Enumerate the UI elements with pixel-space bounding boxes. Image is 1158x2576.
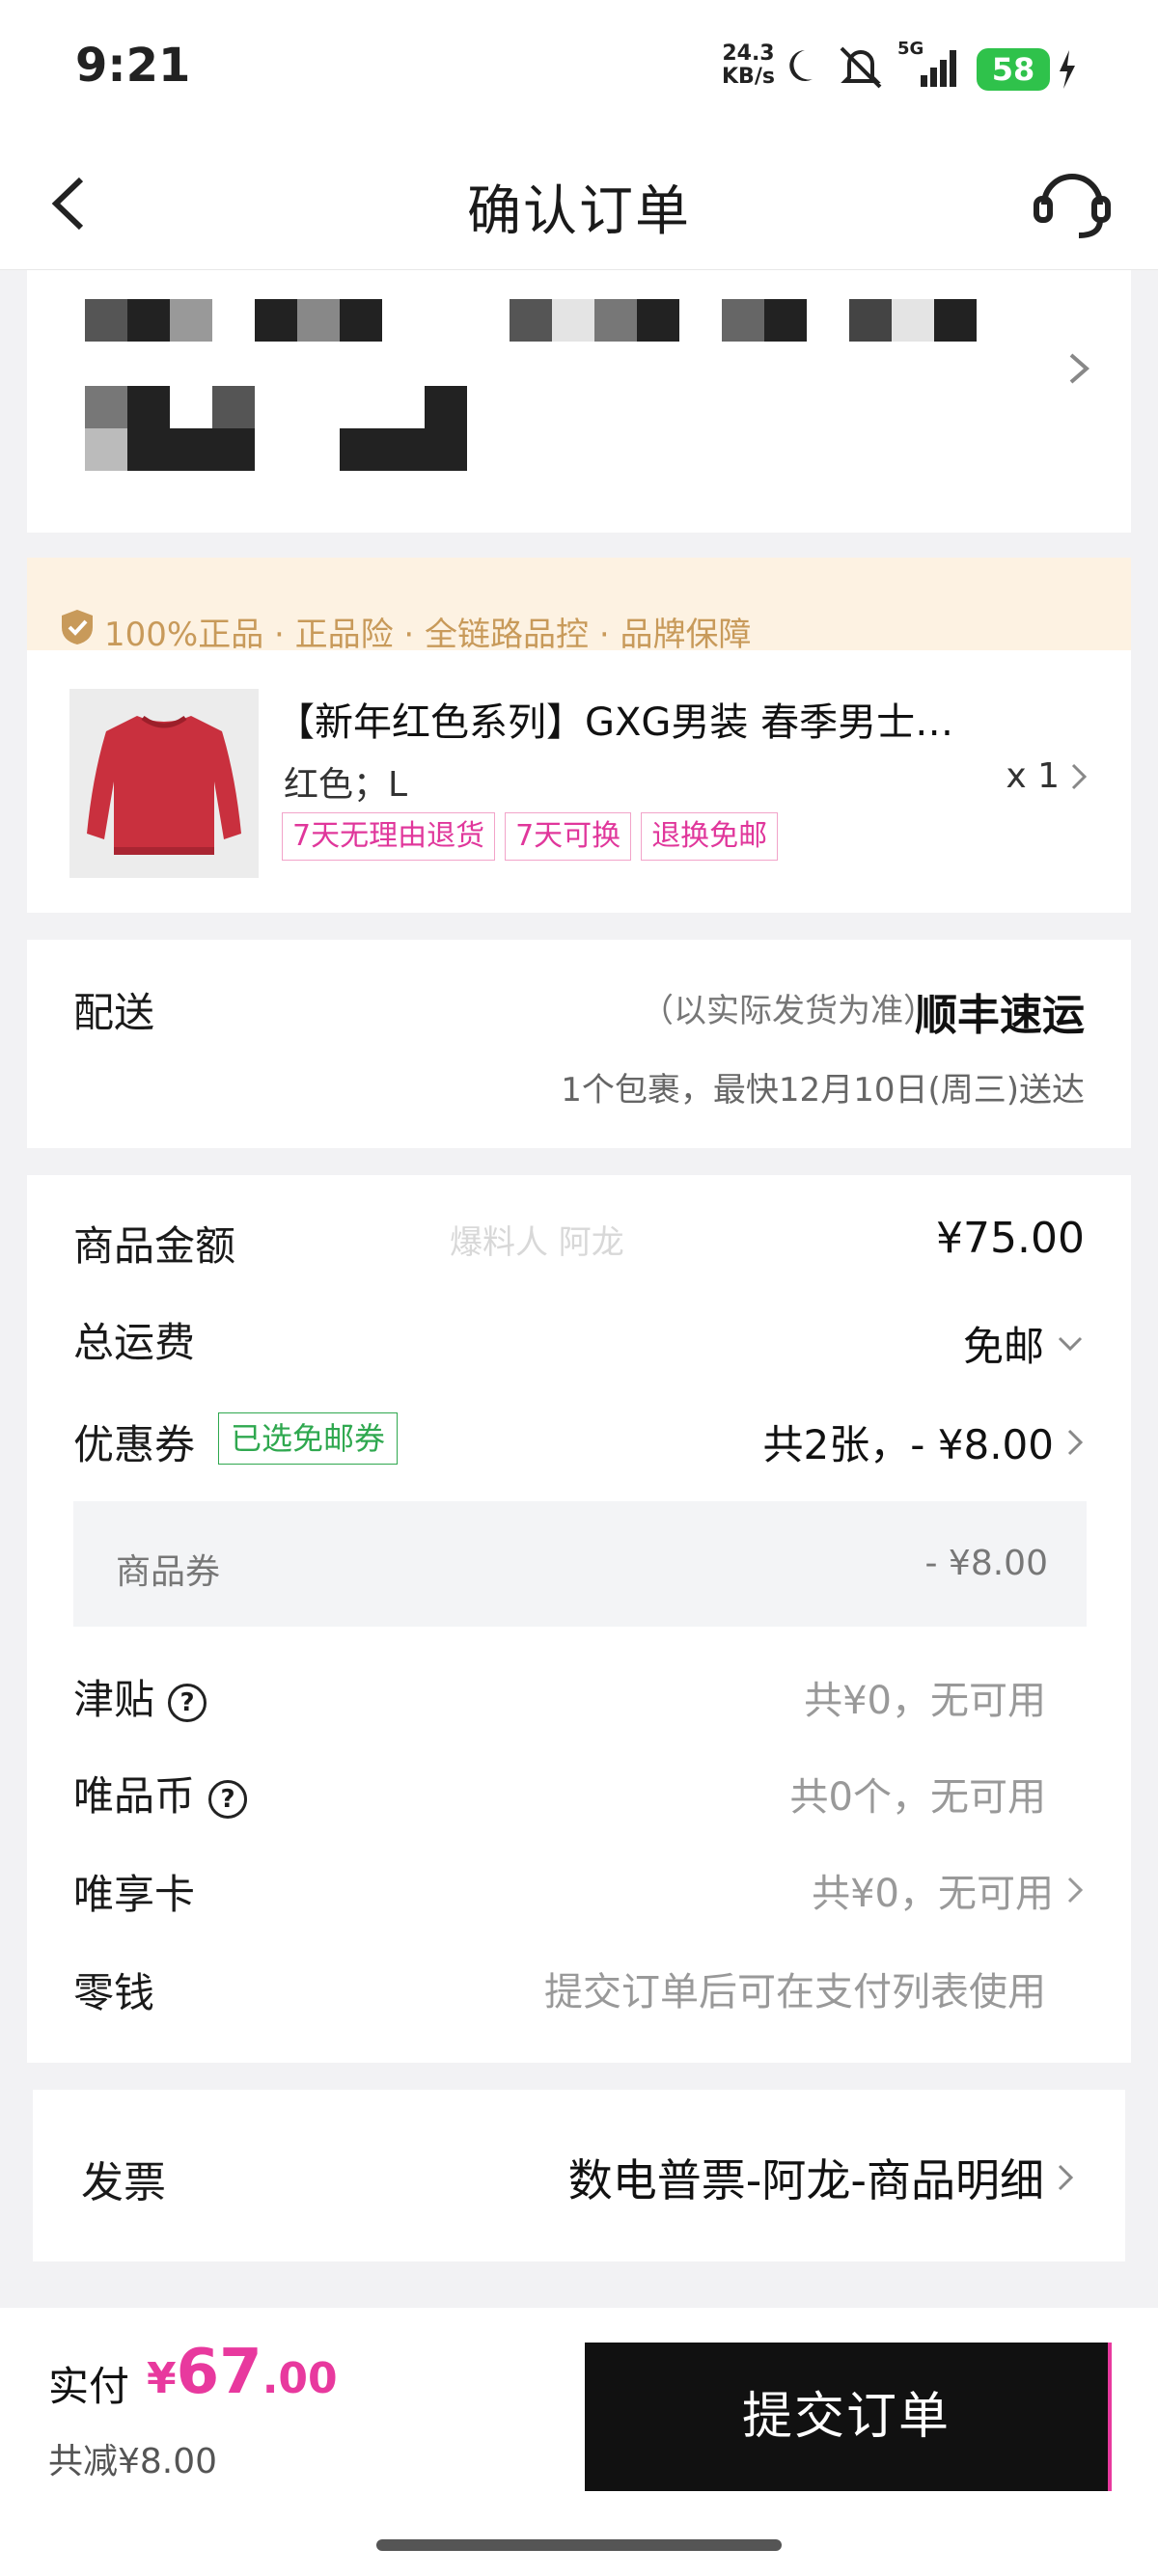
delivery-label: 配送 (73, 989, 155, 1036)
chevron-right-icon (1071, 763, 1088, 789)
service-tag: 7天无理由退货 (282, 812, 496, 861)
shield-check-icon (60, 608, 95, 655)
delivery-note: （以实际发货为准） (641, 992, 936, 1030)
coin-label: 唯品币? (73, 1764, 248, 1822)
goods-coupon-label: 商品券 (116, 1552, 221, 1592)
pay-amount-decimal: .00 (262, 2354, 338, 2403)
invoice-label: 发票 (81, 2158, 166, 2207)
watermark: 爆料人 阿龙 (450, 1223, 624, 1262)
address-chevron-icon (1065, 349, 1092, 392)
address-card[interactable] (27, 270, 1131, 533)
status-time: 9:21 (75, 39, 191, 93)
subsidy-value: 共¥0，无可用 (804, 1679, 1046, 1723)
signal-icon: 5G (896, 39, 965, 96)
customer-service-button[interactable] (1031, 162, 1114, 245)
product-title[interactable]: 【新年红色系列】GXG男装 春季男士… (276, 691, 1067, 747)
red-sweater-image (87, 715, 241, 855)
pay-amount-integer: 67 (176, 2337, 262, 2408)
product-spec: 红色；L (284, 765, 408, 805)
battery-indicator: 58 (977, 48, 1050, 91)
delivery-carrier: 顺丰速运 (915, 991, 1085, 1040)
chevron-right-icon (1067, 1429, 1084, 1455)
subsidy-label-text: 津贴 (73, 1676, 155, 1723)
pay-amount: ¥67.00 (147, 2337, 338, 2408)
chevron-right-icon (1058, 2164, 1074, 2191)
vip-card-label: 唯享卡 (73, 1871, 196, 1918)
network-speed: 24.3 KB/s (722, 42, 775, 89)
pay-currency: ¥ (147, 2354, 177, 2403)
coupon-detail-box: 商品券 - ¥8.00 (73, 1501, 1087, 1627)
coupon-selected-badge: 已选免邮券 (218, 1412, 399, 1465)
home-indicator[interactable] (376, 2539, 782, 2551)
guarantee-text: 100%正品 · 正品险 · 全链路品控 · 品牌保障 (104, 616, 752, 654)
shipping-label: 总运费 (73, 1319, 196, 1366)
chevron-right-icon (1067, 1877, 1084, 1904)
vip-card-value[interactable]: 共¥0，无可用 (812, 1862, 1085, 1918)
price-breakdown-card: 商品金额 爆料人 阿龙 ¥75.00 总运费 免邮 优惠券 已选免邮券 共2张，… (27, 1175, 1131, 2063)
quantity-text: x 1 (1006, 756, 1060, 796)
shipping-value-text: 免邮 (962, 1323, 1044, 1370)
network-speed-value: 24.3 (722, 41, 775, 66)
coin-label-text: 唯品币 (73, 1772, 196, 1820)
delivery-eta: 1个包裹，最快12月10日(周三)送达 (561, 1071, 1085, 1110)
goods-amount-label: 商品金额 (73, 1222, 236, 1270)
submit-order-button[interactable]: 提交订单 (585, 2343, 1112, 2491)
pay-label: 实付 (48, 2363, 130, 2410)
change-label: 零钱 (73, 1969, 155, 2016)
vip-card-value-text: 共¥0，无可用 (812, 1872, 1054, 1916)
product-card[interactable]: 【新年红色系列】GXG男装 春季男士… 红色；L x 1 7天无理由退货 7天可… (27, 650, 1131, 913)
change-value: 提交订单后可在支付列表使用 (544, 1970, 1046, 2014)
service-tag: 退换免邮 (641, 812, 779, 861)
service-tags: 7天无理由退货 7天可换 退换免邮 (282, 812, 779, 861)
product-thumbnail[interactable] (69, 689, 259, 878)
shipping-value[interactable]: 免邮 (963, 1314, 1085, 1373)
nav-bar: 确认订单 (0, 135, 1158, 270)
invoice-card[interactable]: 发票 数电普票-阿龙-商品明细 (33, 2090, 1125, 2261)
mute-bell-icon (836, 44, 886, 95)
invoice-value-text: 数电普票-阿龙-商品明细 (567, 2154, 1044, 2206)
product-quantity[interactable]: x 1 (1006, 756, 1089, 796)
subsidy-label: 津贴? (73, 1667, 207, 1726)
coupon-value[interactable]: 共2张，- ¥8.00 (763, 1412, 1085, 1471)
status-bar: 9:21 24.3 KB/s 5G 58 (0, 0, 1158, 135)
coupon-label: 优惠券 (73, 1421, 196, 1468)
service-tag: 7天可换 (505, 812, 632, 861)
charging-icon (1058, 50, 1077, 93)
delivery-card: 配送 （以实际发货为准） 顺丰速运 1个包裹，最快12月10日(周三)送达 (27, 940, 1131, 1148)
goods-coupon-value: - ¥8.00 (924, 1544, 1049, 1583)
network-speed-unit: KB/s (722, 65, 775, 89)
help-icon[interactable]: ? (168, 1683, 207, 1722)
chevron-down-icon (1058, 1336, 1083, 1351)
network-type: 5G (897, 39, 924, 59)
coin-value: 共0个，无可用 (789, 1775, 1046, 1820)
coupon-value-text: 共2张，- ¥8.00 (762, 1421, 1054, 1468)
goods-amount-value: ¥75.00 (936, 1214, 1085, 1263)
invoice-value[interactable]: 数电普票-阿龙-商品明细 (568, 2146, 1075, 2209)
page-title: 确认订单 (467, 180, 691, 243)
guarantee-banner: 100%正品 · 正品险 · 全链路品控 · 品牌保障 (27, 558, 1131, 654)
headset-icon (1034, 174, 1111, 238)
saved-amount: 共减¥8.00 (48, 2442, 218, 2481)
moon-icon (784, 44, 826, 91)
help-icon[interactable]: ? (208, 1779, 248, 1819)
checkout-bar: 实付 ¥67.00 共减¥8.00 提交订单 (0, 2308, 1158, 2576)
